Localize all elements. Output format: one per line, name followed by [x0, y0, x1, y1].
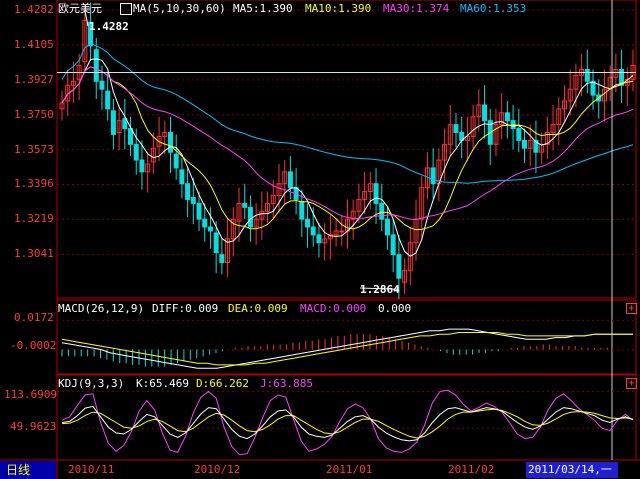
kdj-y-tick: 49.9623	[10, 420, 57, 433]
main-y-tick: 1.4282	[14, 3, 54, 16]
main-y-tick: 1.3219	[14, 212, 54, 226]
main-y-tick: 1.4105	[14, 37, 54, 51]
indicator-toggle-icon[interactable]	[120, 3, 132, 15]
macd-params: MACD(26,12,9)	[58, 302, 145, 315]
macd-expand-button[interactable]: +	[626, 303, 637, 314]
main-y-tick: 1.3927	[14, 72, 54, 86]
main-y-tick: 1.3041	[14, 247, 54, 261]
low-label: 1.2864	[360, 283, 400, 296]
ma10-value: MA10:1.390	[305, 2, 372, 15]
x-tick: 2010/12	[194, 463, 241, 476]
high-label: 1.4282	[89, 20, 129, 33]
main-y-tick: 1.3573	[14, 142, 54, 156]
ma60-value: MA60:1.353	[460, 2, 527, 15]
ma30-value: MA30:1.374	[383, 2, 450, 15]
kdj-j: J:63.885	[260, 377, 313, 390]
x-tick: 2010/11	[68, 463, 115, 476]
main-y-tick: 1.3750	[14, 107, 54, 121]
macd-diff: DIFF:0.009	[152, 302, 219, 315]
cursor-date-label: 2011/03/14,一	[526, 462, 618, 478]
kdj-k: K:65.469	[136, 377, 189, 390]
x-tick: 2011/01	[326, 463, 373, 476]
symbol-title: 欧元美元	[58, 2, 102, 15]
kdj-expand-button[interactable]: +	[626, 378, 637, 389]
kdj-params: KDJ(9,3,3)	[58, 377, 125, 390]
kdj-d: D:66.262	[196, 377, 249, 390]
macd-dea: DEA:0.009	[228, 302, 288, 315]
period-tab-daily[interactable]: 日线	[0, 461, 56, 479]
macd-y-tick: 0.0172	[14, 311, 54, 324]
macd-extra: 0.000	[378, 302, 412, 315]
chart-overlay: 欧元美元 MA(5,10,30,60) MA5:1.390 MA10:1.390…	[0, 0, 640, 479]
ma5-value: MA5:1.390	[233, 2, 293, 15]
ma-params: MA(5,10,30,60)	[133, 2, 226, 15]
macd-value: MACD:0.000	[300, 302, 367, 315]
main-y-tick: 1.3396	[14, 177, 54, 191]
macd-y-tick: -0.0002	[10, 339, 57, 352]
kdj-y-tick: 113.6909	[4, 388, 57, 401]
x-tick: 2011/02	[448, 463, 495, 476]
